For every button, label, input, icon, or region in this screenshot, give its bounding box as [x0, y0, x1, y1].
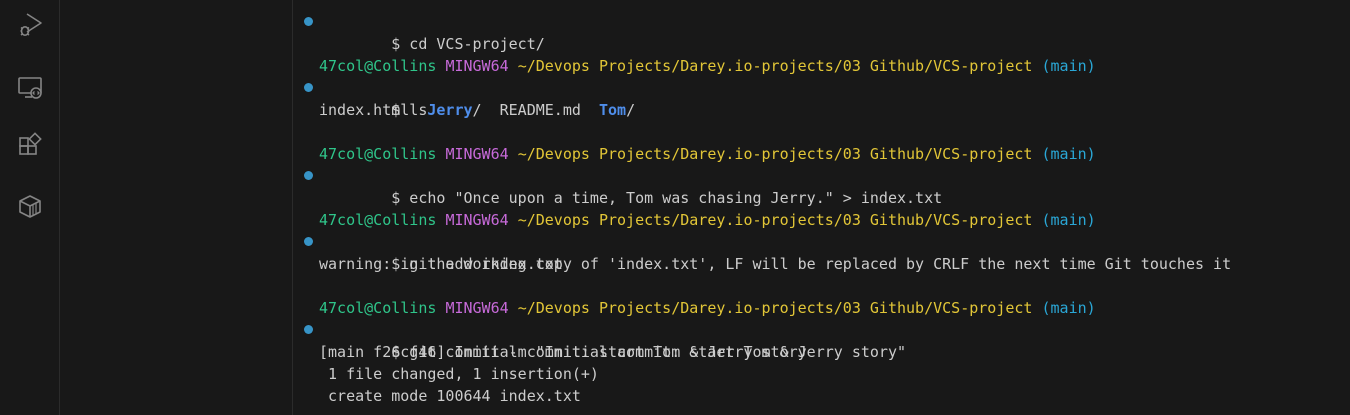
prompt-branch: (main) [1041, 211, 1096, 229]
prompt-line: 47col@Collins MINGW64 ~/Devops Projects/… [294, 297, 1350, 319]
prompt-branch: (main) [1041, 57, 1096, 75]
prompt-user: 47col@Collins [319, 145, 437, 163]
prompt-user: 47col@Collins [319, 57, 437, 75]
prompt-line: 47col@Collins MINGW64 ~/Devops Projects/… [294, 209, 1350, 231]
ls-dir: Jerry [427, 101, 473, 119]
side-panel [60, 0, 293, 415]
prompt-path: ~/Devops Projects/Darey.io-projects/03 G… [517, 299, 1033, 317]
prompt-shell: MINGW64 [445, 299, 509, 317]
prompt-shell: MINGW64 [445, 145, 509, 163]
warning-line: warning: in the working copy of 'index.t… [319, 255, 1232, 273]
prompt-path: ~/Devops Projects/Darey.io-projects/03 G… [517, 57, 1033, 75]
terminal-line: $ echo "Once upon a time, Tom was chasin… [294, 165, 1350, 207]
command-decoration-dot[interactable] [304, 83, 313, 92]
terminal-line: $ git add index.txt [294, 231, 1350, 273]
ls-file: README.md [499, 101, 581, 119]
ls-slash: / [626, 101, 636, 119]
ls-slash: / [472, 101, 482, 119]
remote-explorer-icon[interactable] [12, 70, 48, 106]
command-decoration-dot[interactable] [304, 325, 313, 334]
prompt-user: 47col@Collins [319, 211, 437, 229]
prompt-branch: (main) [1041, 145, 1096, 163]
run-debug-icon[interactable] [12, 6, 48, 42]
commit-output-line: [main f26cf46] Initial commit: start Tom… [319, 343, 807, 361]
prompt-shell: MINGW64 [445, 211, 509, 229]
prompt-shell: MINGW64 [445, 57, 509, 75]
prompt-path: ~/Devops Projects/Darey.io-projects/03 G… [517, 211, 1033, 229]
package-icon[interactable] [12, 188, 48, 224]
terminal-line: $ cd VCS-project/ [294, 11, 1350, 53]
prompt-branch: (main) [1041, 299, 1096, 317]
extensions-icon[interactable] [12, 129, 48, 165]
prompt-line: 47col@Collins MINGW64 ~/Devops Projects/… [294, 55, 1350, 77]
command-decoration-dot[interactable] [304, 17, 313, 26]
ls-dir: Tom [598, 101, 627, 119]
terminal-output: $ cd VCS-project/ 47col@Collins MINGW64 … [294, 11, 1350, 407]
commit-output-line: 1 file changed, 1 insertion(+) [319, 365, 599, 383]
command-decoration-dot[interactable] [304, 171, 313, 180]
ls-file: index.html [319, 101, 410, 119]
prompt-user: 47col@Collins [319, 299, 437, 317]
vscode-window: $ cd VCS-project/ 47col@Collins MINGW64 … [0, 0, 1350, 415]
prompt-path: ~/Devops Projects/Darey.io-projects/03 G… [517, 145, 1033, 163]
command-decoration-dot[interactable] [304, 237, 313, 246]
ls-output-line: index.html Jerry/ README.md Tom/ [294, 99, 1350, 121]
terminal[interactable]: $ cd VCS-project/ 47col@Collins MINGW64 … [294, 0, 1350, 415]
commit-output-line: create mode 100644 index.txt [319, 387, 581, 405]
activity-bar [0, 0, 60, 415]
terminal-line: $ ls [294, 77, 1350, 119]
prompt-line: 47col@Collins MINGW64 ~/Devops Projects/… [294, 143, 1350, 165]
terminal-line: $ git commit -m "Initial commit: start T… [294, 319, 1350, 361]
